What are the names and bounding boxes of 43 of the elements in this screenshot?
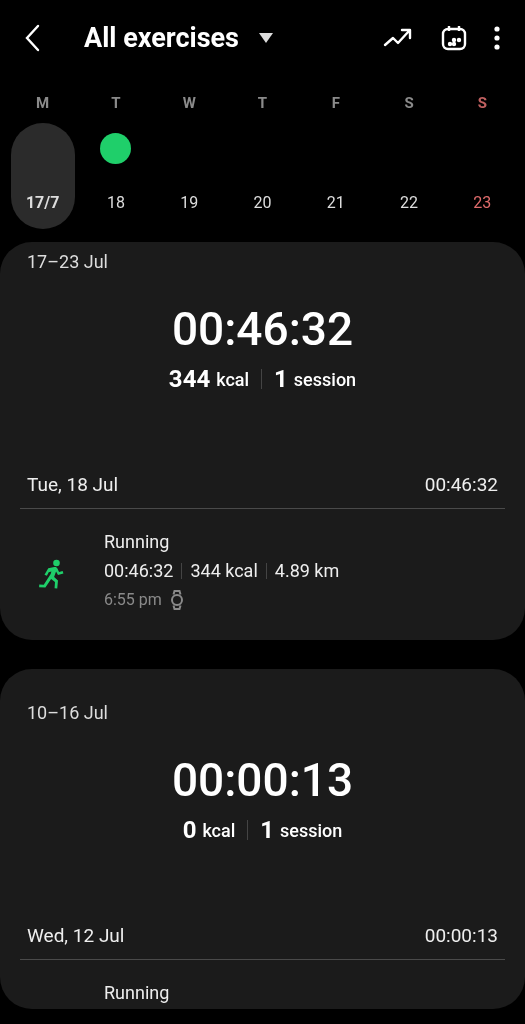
session-count: 1 xyxy=(260,815,275,846)
day-date: Tue, 18 Jul xyxy=(27,472,119,498)
exercise-name: Running xyxy=(104,529,171,554)
calendar-day[interactable]: 22 xyxy=(377,123,442,229)
session-count: 1 xyxy=(274,364,288,395)
calendar-day[interactable]: 19 xyxy=(157,123,222,229)
calendar-day[interactable]: 17/7 xyxy=(10,123,75,229)
week-range: 17–23 Jul xyxy=(27,251,108,272)
total-calories: 0 xyxy=(182,815,197,846)
exercise-distance: 4.89 km xyxy=(274,558,340,583)
exercise-name: Running xyxy=(104,980,170,1005)
more-options-icon[interactable] xyxy=(493,25,501,51)
weekday-label: W xyxy=(182,93,196,114)
calendar-day[interactable]: 18 xyxy=(83,123,148,229)
calendar-day[interactable]: 20 xyxy=(230,123,295,229)
total-duration: 00:00:13 xyxy=(171,752,354,808)
total-calories: 344 xyxy=(168,364,211,395)
exercise-start-time: 6:55 pm xyxy=(104,588,162,611)
weekday-label: F xyxy=(331,93,340,114)
exercise-calories: 344 kcal xyxy=(190,558,258,583)
calendar-day[interactable]: 23 xyxy=(450,123,515,229)
total-duration: 00:46:32 xyxy=(171,301,354,357)
exercise-filter-dropdown[interactable]: All exercises xyxy=(84,17,273,59)
day-date: Wed, 12 Jul xyxy=(27,923,125,949)
watch-icon xyxy=(169,589,184,610)
calendar-icon[interactable] xyxy=(441,24,467,52)
day-duration: 00:46:32 xyxy=(424,472,498,498)
session-unit: session xyxy=(293,367,357,392)
caret-icon xyxy=(258,33,273,43)
weekday-label: T xyxy=(111,93,121,114)
calories-unit: kcal xyxy=(216,367,250,392)
weekday-label: S xyxy=(404,93,414,114)
calendar-day[interactable]: 21 xyxy=(303,123,368,229)
week-summary-card[interactable]: 17–23 Jul 00:46:32 344 kcal 1 session Tue, 18 Jul 00:46:32 Running 00:46:32 344 kcal 4.89 km 6:55 pm xyxy=(0,242,525,640)
calories-unit: kcal xyxy=(202,818,236,843)
day-duration: 00:00:13 xyxy=(424,923,498,949)
weekday-label: S xyxy=(477,93,487,114)
week-summary-card[interactable]: 10–16 Jul 00:00:13 0 kcal 1 session Wed, 12 Jul 00:00:13 Running xyxy=(0,669,525,1009)
week-range: 10–16 Jul xyxy=(27,702,108,723)
session-unit: session xyxy=(280,818,343,843)
weekday-label: M xyxy=(36,93,50,114)
weekday-label: T xyxy=(257,93,268,114)
exercise-duration: 00:46:32 xyxy=(104,558,174,583)
